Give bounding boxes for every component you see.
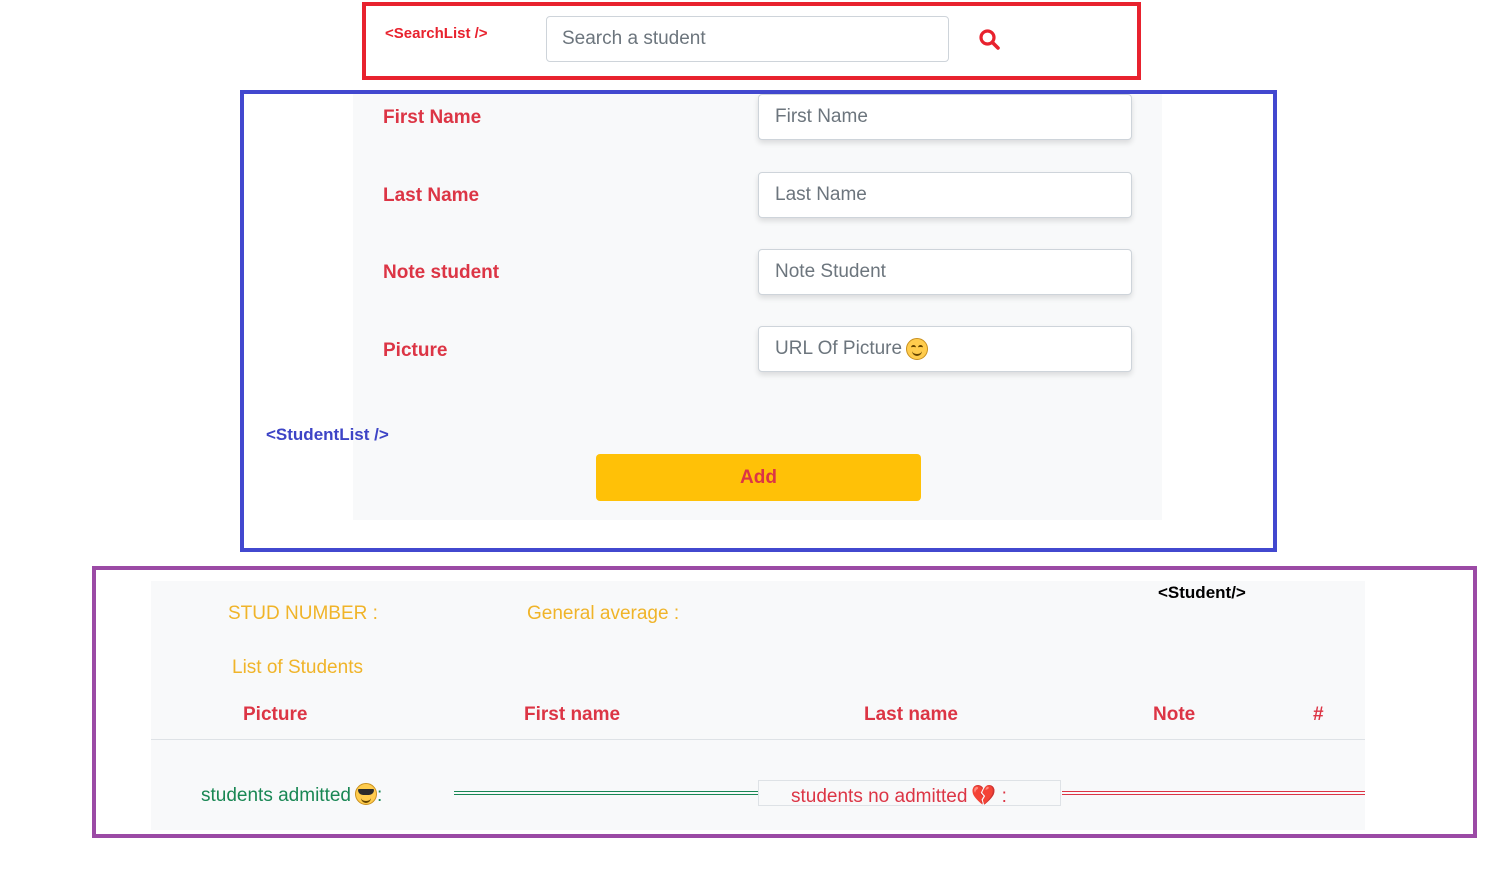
- studentlist-component-tag: <StudentList />: [266, 425, 389, 444]
- search-icon: [979, 29, 1000, 50]
- column-header-last-name: Last name: [864, 704, 958, 725]
- admitted-divider: [454, 791, 758, 795]
- note-student-input[interactable]: [758, 249, 1132, 295]
- student-component-tag: <Student/>: [1158, 583, 1246, 602]
- picture-url-placeholder: URL Of Picture: [775, 338, 903, 359]
- search-button[interactable]: [976, 26, 1004, 54]
- first-name-label: First Name: [383, 107, 482, 128]
- students-not-admitted-label: students no admitted 💔 :: [791, 783, 1007, 808]
- students-not-admitted-colon: :: [1001, 786, 1007, 807]
- column-header-hash: #: [1313, 704, 1324, 725]
- column-header-first-name: First name: [524, 704, 621, 725]
- general-average-label: General average :: [527, 603, 680, 624]
- not-admitted-divider: [1062, 791, 1365, 795]
- column-header-note: Note: [1153, 704, 1196, 725]
- add-button[interactable]: Add: [596, 454, 921, 501]
- last-name-label: Last Name: [383, 185, 480, 206]
- stud-number-label: STUD NUMBER :: [228, 603, 378, 624]
- students-admitted-text: students admitted: [201, 785, 351, 806]
- searchlist-component-tag: <SearchList />: [385, 25, 488, 42]
- students-admitted-colon: :: [376, 785, 383, 806]
- last-name-input[interactable]: [758, 172, 1132, 218]
- table-header-divider: [151, 739, 1365, 740]
- picture-url-input[interactable]: URL Of Picture: [758, 326, 1132, 372]
- note-student-label: Note student: [383, 262, 500, 283]
- list-title: List of Students: [232, 657, 363, 678]
- students-admitted-label: students admitted:: [201, 783, 382, 807]
- picture-label: Picture: [383, 340, 448, 361]
- students-not-admitted-text: students no admitted: [791, 786, 968, 807]
- search-input[interactable]: [546, 16, 949, 62]
- sunglasses-face-icon: [354, 783, 377, 805]
- smiling-face-icon: [906, 338, 929, 360]
- column-header-picture: Picture: [243, 704, 308, 725]
- broken-heart-icon: 💔: [971, 785, 997, 807]
- first-name-input[interactable]: [758, 94, 1132, 140]
